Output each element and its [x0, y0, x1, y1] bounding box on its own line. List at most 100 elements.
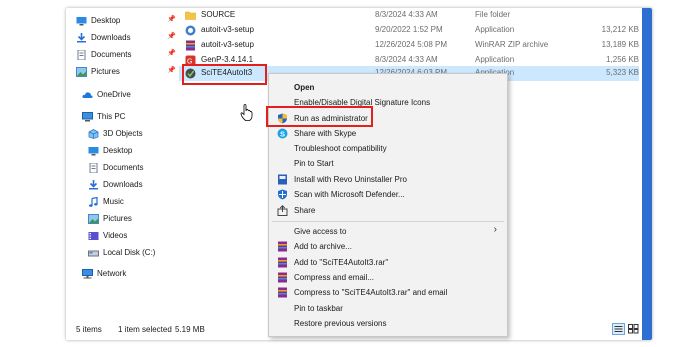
pin-icon: 📌 [167, 16, 176, 23]
status-items-count: 5 items [76, 325, 102, 334]
sidebar-item-desktop-quick[interactable]: Desktop [76, 13, 120, 28]
hand-cursor-icon [240, 104, 253, 121]
file-size: 13,212 KB [601, 25, 639, 34]
menu-item-share-skype[interactable]: S Share with Skype [269, 126, 507, 141]
folder-icon [185, 10, 196, 21]
cube-icon [88, 128, 99, 139]
menu-item-label: Troubleshoot compatibility [294, 144, 387, 153]
pin-icon: 📌 [167, 67, 176, 74]
menu-item-label: Open [294, 83, 315, 92]
pictures-icon [88, 213, 99, 224]
sidebar-item-label: This PC [97, 112, 126, 121]
pin-icon: 📌 [167, 33, 176, 40]
file-name: GenP-3.4.14.1 [201, 55, 254, 64]
menu-item-add-to-archive[interactable]: Add to archive... [269, 239, 507, 254]
file-date: 9/20/2022 1:52 PM [375, 25, 443, 34]
sidebar-item-label: Downloads [103, 180, 143, 189]
sidebar-item-desktop[interactable]: Desktop [88, 143, 132, 158]
file-size: 5,323 KB [606, 68, 639, 77]
menu-item-label: Compress to "SciTE4AutoIt3.rar" and emai… [294, 288, 448, 297]
menu-item-label: Add to "SciTE4AutoIt3.rar" [294, 258, 389, 267]
sidebar-item-videos[interactable]: Videos [88, 228, 127, 243]
menu-separator [272, 221, 504, 222]
archive-icon [185, 40, 196, 51]
music-icon [88, 196, 99, 207]
menu-item-give-access[interactable]: Give access to › [269, 224, 507, 239]
menu-item-add-to-rar[interactable]: Add to "SciTE4AutoIt3.rar" [269, 255, 507, 270]
chevron-right-icon: › [493, 224, 497, 235]
sidebar-item-label: Network [97, 269, 127, 278]
sidebar-item-pictures[interactable]: Pictures [88, 211, 132, 226]
menu-item-compress-email[interactable]: Compress and email... [269, 270, 507, 285]
file-date: 8/3/2024 4:33 AM [375, 10, 438, 19]
file-name: autoit-v3-setup [201, 40, 254, 49]
sidebar-item-downloads[interactable]: Downloads [88, 177, 143, 192]
sidebar-item-documents-quick[interactable]: Documents [76, 47, 131, 62]
menu-item-label: Share with Skype [294, 129, 357, 138]
file-date: 8/3/2024 4:33 AM [375, 55, 438, 64]
app-icon [185, 25, 196, 36]
menu-item-label: Pin to taskbar [294, 304, 343, 313]
file-size: 1,256 KB [606, 55, 639, 64]
large-icons-view-button[interactable] [627, 323, 640, 335]
menu-item-label: Scan with Microsoft Defender... [294, 190, 405, 199]
menu-item-compress-rar-email[interactable]: Compress to "SciTE4AutoIt3.rar" and emai… [269, 285, 507, 300]
defender-icon [277, 189, 288, 200]
sidebar-item-local-disk[interactable]: Local Disk (C:) [88, 245, 155, 260]
sidebar-item-label: Local Disk (C:) [103, 248, 156, 257]
menu-item-share[interactable]: Share [269, 203, 507, 218]
network-icon [82, 268, 93, 279]
sidebar-item-label: Pictures [91, 67, 120, 76]
menu-item-label: Restore previous versions [294, 319, 387, 328]
share-icon [277, 205, 288, 216]
menu-item-label: Give access to [294, 227, 347, 236]
file-type: File folder [475, 10, 511, 19]
sidebar-item-label: Desktop [91, 16, 121, 25]
sidebar-item-pictures-quick[interactable]: Pictures [76, 64, 120, 79]
file-name: SOURCE [201, 10, 236, 19]
sidebar-item-label: Videos [103, 231, 128, 240]
menu-item-pin-start[interactable]: Pin to Start [269, 156, 507, 171]
menu-highlight-box [266, 106, 373, 127]
sidebar-item-documents[interactable]: Documents [88, 160, 143, 175]
file-type: WinRAR ZIP archive [475, 40, 549, 49]
menu-item-troubleshoot[interactable]: Troubleshoot compatibility [269, 141, 507, 156]
sidebar-item-label: Documents [91, 50, 132, 59]
menu-item-restore-versions[interactable]: Restore previous versions [269, 316, 507, 331]
svg-text:S: S [280, 130, 285, 139]
sidebar-item-network[interactable]: Network [82, 266, 126, 281]
file-row[interactable]: autoit-v3-setup 9/20/2022 1:52 PM Applic… [179, 23, 639, 38]
menu-item-defender[interactable]: Scan with Microsoft Defender... [269, 187, 507, 202]
sidebar-item-label: Downloads [91, 33, 131, 42]
menu-item-label: Install with Revo Uninstaller Pro [294, 175, 407, 184]
documents-icon [88, 162, 99, 173]
menu-item-open[interactable]: Open [269, 80, 507, 95]
sidebar-item-downloads-quick[interactable]: Downloads [76, 30, 131, 45]
file-row[interactable]: autoit-v3-setup 12/26/2024 5:08 PM WinRA… [179, 38, 639, 53]
status-selected: 1 item selected [118, 325, 172, 334]
sidebar-item-3d-objects[interactable]: 3D Objects [88, 126, 143, 141]
sidebar-item-this-pc[interactable]: This PC [82, 109, 125, 124]
drive-icon [88, 248, 99, 258]
navigation-pane: Desktop 📌 Downloads 📌 Documents 📌 Pictur… [66, 8, 176, 320]
file-name: autoit-v3-setup [201, 25, 254, 34]
sidebar-item-label: Music [103, 197, 124, 206]
file-date: 12/26/2024 5:08 PM [375, 40, 448, 49]
sidebar-item-onedrive[interactable]: OneDrive [82, 87, 131, 102]
details-view-button[interactable] [612, 323, 625, 335]
sidebar-item-music[interactable]: Music [88, 194, 124, 209]
file-row[interactable]: SOURCE 8/3/2024 4:33 AM File folder [179, 8, 639, 23]
sidebar-item-label: Documents [103, 163, 144, 172]
desktop-icon [76, 16, 87, 26]
menu-item-label: Compress and email... [294, 273, 375, 282]
menu-item-pin-taskbar[interactable]: Pin to taskbar [269, 301, 507, 316]
window-accent-edge [642, 8, 652, 340]
documents-icon [76, 49, 87, 60]
large-icons-view-icon [628, 324, 639, 334]
sidebar-item-label: 3D Objects [103, 129, 143, 138]
menu-item-revo[interactable]: Install with Revo Uninstaller Pro [269, 172, 507, 187]
winrar-icon [277, 257, 288, 268]
pin-icon: 📌 [167, 50, 176, 57]
winrar-icon [277, 287, 288, 298]
skype-icon: S [277, 128, 288, 139]
